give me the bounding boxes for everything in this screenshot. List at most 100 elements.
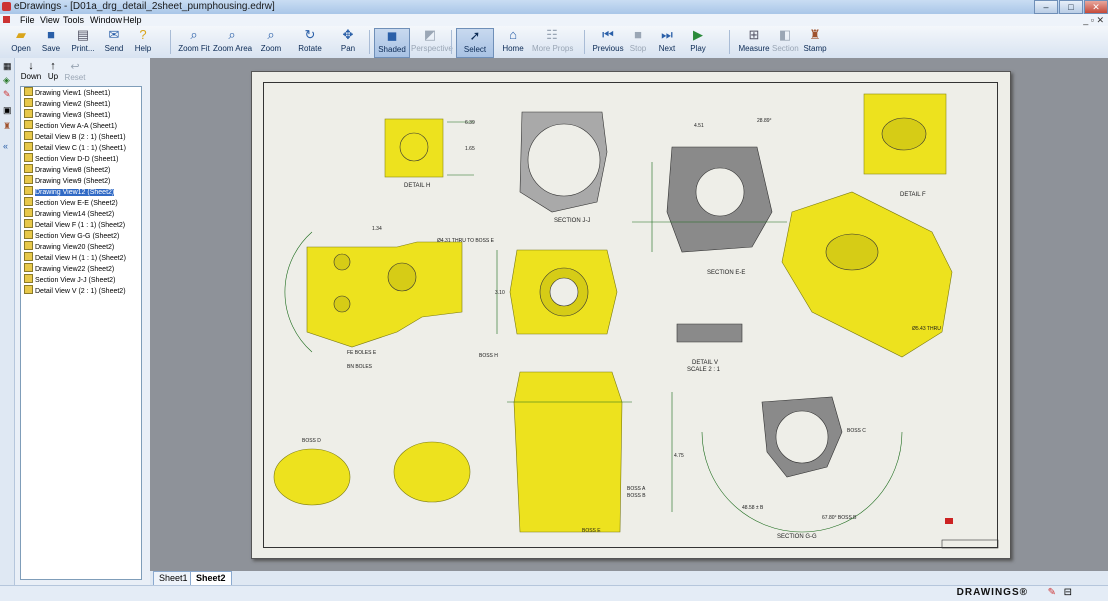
window-controls: – □ ✕ xyxy=(1033,0,1108,14)
tree-item[interactable]: Drawing View22 (Sheet2) xyxy=(21,263,141,274)
drawing-sheet[interactable]: DETAIL H SECTION J-J SECTION E-E DETAIL … xyxy=(251,71,1011,559)
menu-tools[interactable]: Tools xyxy=(63,14,84,26)
section-button[interactable]: ◧ Section xyxy=(772,28,799,56)
zoom-button[interactable]: ⌕ Zoom xyxy=(258,28,284,56)
markup-tab-icon[interactable]: ✎ xyxy=(3,90,12,99)
tree-item[interactable]: Section View G-G (Sheet2) xyxy=(21,230,141,241)
toolbar-separator xyxy=(584,30,585,54)
minimize-icon[interactable]: – xyxy=(1034,0,1058,14)
open-button[interactable]: ▰ Open xyxy=(8,28,34,56)
label-boss-d: BOSS D xyxy=(302,438,321,444)
measure-tab-icon[interactable]: ▣ xyxy=(3,106,12,115)
markup-status-icon[interactable]: ✎ xyxy=(1048,587,1056,598)
tab-sheet2[interactable]: Sheet2 xyxy=(190,571,232,586)
drawing-view-icon xyxy=(24,241,33,250)
arrow-down-icon: ↓ xyxy=(28,60,34,72)
document-icon[interactable] xyxy=(3,16,10,23)
view-tree[interactable]: Drawing View1 (Sheet1) Drawing View2 (She… xyxy=(20,86,142,580)
drawing-view-icon xyxy=(24,208,33,217)
menu-window[interactable]: Window xyxy=(90,14,122,26)
tree-item[interactable]: Detail View F (1 : 1) (Sheet2) xyxy=(21,219,141,230)
pan-button[interactable]: ✥ Pan xyxy=(336,28,360,56)
document-window-controls[interactable]: _ ▫ ✕ xyxy=(1083,15,1104,26)
note-fe: FE BOLES E xyxy=(347,350,377,356)
zoom-area-button[interactable]: ⌕ Zoom Area xyxy=(213,28,252,56)
play-button[interactable]: ▶ Play xyxy=(687,28,709,56)
rotate-button[interactable]: ↻ Rotate xyxy=(296,28,324,56)
tree-item[interactable]: Drawing View8 (Sheet2) xyxy=(21,164,141,175)
network-status-icon[interactable]: ⊟ xyxy=(1064,587,1072,598)
tree-item[interactable]: Drawing View1 (Sheet1) xyxy=(21,87,141,98)
sheets-tab-icon[interactable]: ▦ xyxy=(3,62,12,71)
tree-item[interactable]: Detail View V (2 : 1) (Sheet2) xyxy=(21,285,141,296)
stop-button[interactable]: ■ Stop xyxy=(628,28,648,56)
menu-view[interactable]: View xyxy=(40,14,59,26)
tree-item[interactable]: Detail View H (1 : 1) (Sheet2) xyxy=(21,252,141,263)
elevation-view-part[interactable] xyxy=(513,371,623,533)
tree-item[interactable]: Drawing View3 (Sheet1) xyxy=(21,109,141,120)
tree-item[interactable]: Drawing View20 (Sheet2) xyxy=(21,241,141,252)
collapse-panel-icon[interactable]: « xyxy=(3,142,12,151)
label-detail-h: DETAIL H xyxy=(404,183,430,189)
zoom-fit-button[interactable]: ⌕ Zoom Fit xyxy=(177,28,211,56)
revision-stamp xyxy=(945,518,953,524)
tree-item-label: Drawing View1 (Sheet1) xyxy=(35,90,111,97)
select-button[interactable]: ➚ Select xyxy=(456,28,494,58)
tree-item[interactable]: Drawing View2 (Sheet1) xyxy=(21,98,141,109)
front-view-part[interactable] xyxy=(306,241,463,348)
dim-13: 4.75 xyxy=(674,453,684,459)
tree-item-label: Section View E-E (Sheet2) xyxy=(35,200,118,207)
measure-icon: ⊞ xyxy=(748,27,760,42)
tree-item[interactable]: Section View A-A (Sheet1) xyxy=(21,120,141,131)
tree-item[interactable]: Section View D-D (Sheet1) xyxy=(21,153,141,164)
iso-view-1-part[interactable] xyxy=(273,448,351,506)
tree-item[interactable]: Detail View B (2 : 1) (Sheet1) xyxy=(21,131,141,142)
up-button[interactable]: ↑ Up xyxy=(42,60,64,81)
isometric-part[interactable] xyxy=(781,191,953,358)
drawing-canvas[interactable]: DETAIL H SECTION J-J SECTION E-E DETAIL … xyxy=(150,58,1108,571)
next-button[interactable]: ⏭ Next xyxy=(656,28,678,56)
tree-item[interactable]: Section View J-J (Sheet2) xyxy=(21,274,141,285)
previous-button[interactable]: ⏮ Previous xyxy=(592,28,624,56)
zoom-fit-icon: ⌕ xyxy=(190,27,198,42)
tree-item[interactable]: Section View E-E (Sheet2) xyxy=(21,197,141,208)
menu-file[interactable]: File xyxy=(20,14,35,26)
home-button[interactable]: ⌂ Home xyxy=(500,28,526,56)
tree-item-label: Detail View V (2 : 1) (Sheet2) xyxy=(35,288,126,295)
menu-help[interactable]: Help xyxy=(123,14,142,26)
pan-icon: ✥ xyxy=(342,27,354,42)
home-icon: ⌂ xyxy=(509,27,517,42)
stamp-button[interactable]: ♜ Stamp xyxy=(803,28,827,56)
detail-h-part[interactable] xyxy=(384,118,444,178)
perspective-button[interactable]: ◩ Perspective xyxy=(411,28,453,56)
drawing-svg[interactable]: DETAIL H SECTION J-J SECTION E-E DETAIL … xyxy=(252,72,1010,558)
tree-item[interactable]: Drawing View14 (Sheet2) xyxy=(21,208,141,219)
menu-bar: File View Tools Window Help _ ▫ ✕ xyxy=(0,14,1108,26)
save-button[interactable]: ■ Save xyxy=(38,28,64,56)
drawing-view-icon xyxy=(24,252,33,261)
components-tab-icon[interactable]: ◈ xyxy=(3,76,12,85)
maximize-icon[interactable]: □ xyxy=(1059,0,1083,14)
dim-0: 6.39 xyxy=(465,120,475,126)
note-bn: BN BOLES xyxy=(347,364,373,370)
stamp-tab-icon[interactable]: ♜ xyxy=(3,122,12,131)
send-button[interactable]: ✉ Send xyxy=(102,28,126,56)
down-button[interactable]: ↓ Down xyxy=(20,60,42,81)
drawing-view-icon xyxy=(24,186,33,195)
print-button[interactable]: ▤ Print... xyxy=(68,28,98,56)
label-boss-a: BOSS A xyxy=(627,486,646,492)
tree-item-label: Detail View F (1 : 1) (Sheet2) xyxy=(35,222,126,229)
tree-item[interactable]: Drawing View9 (Sheet2) xyxy=(21,175,141,186)
close-icon[interactable]: ✕ xyxy=(1084,0,1108,14)
shaded-button[interactable]: ◼ Shaded xyxy=(374,28,410,58)
detail-v-part[interactable] xyxy=(676,323,743,343)
tab-sheet1[interactable]: Sheet1 xyxy=(153,571,194,586)
tree-item[interactable]: Drawing View12 (Sheet2) xyxy=(21,186,141,197)
note-holes: Ø4.31 THRU TO BOSS E xyxy=(437,238,495,244)
iso-view-2-part[interactable] xyxy=(393,441,471,503)
reset-button[interactable]: ↩ Reset xyxy=(64,60,86,82)
measure-button[interactable]: ⊞ Measure xyxy=(738,28,770,56)
more-props-button[interactable]: ☷ More Props xyxy=(532,28,573,56)
tree-item[interactable]: Detail View C (1 : 1) (Sheet1) xyxy=(21,142,141,153)
help-button[interactable]: ? Help xyxy=(131,28,155,56)
